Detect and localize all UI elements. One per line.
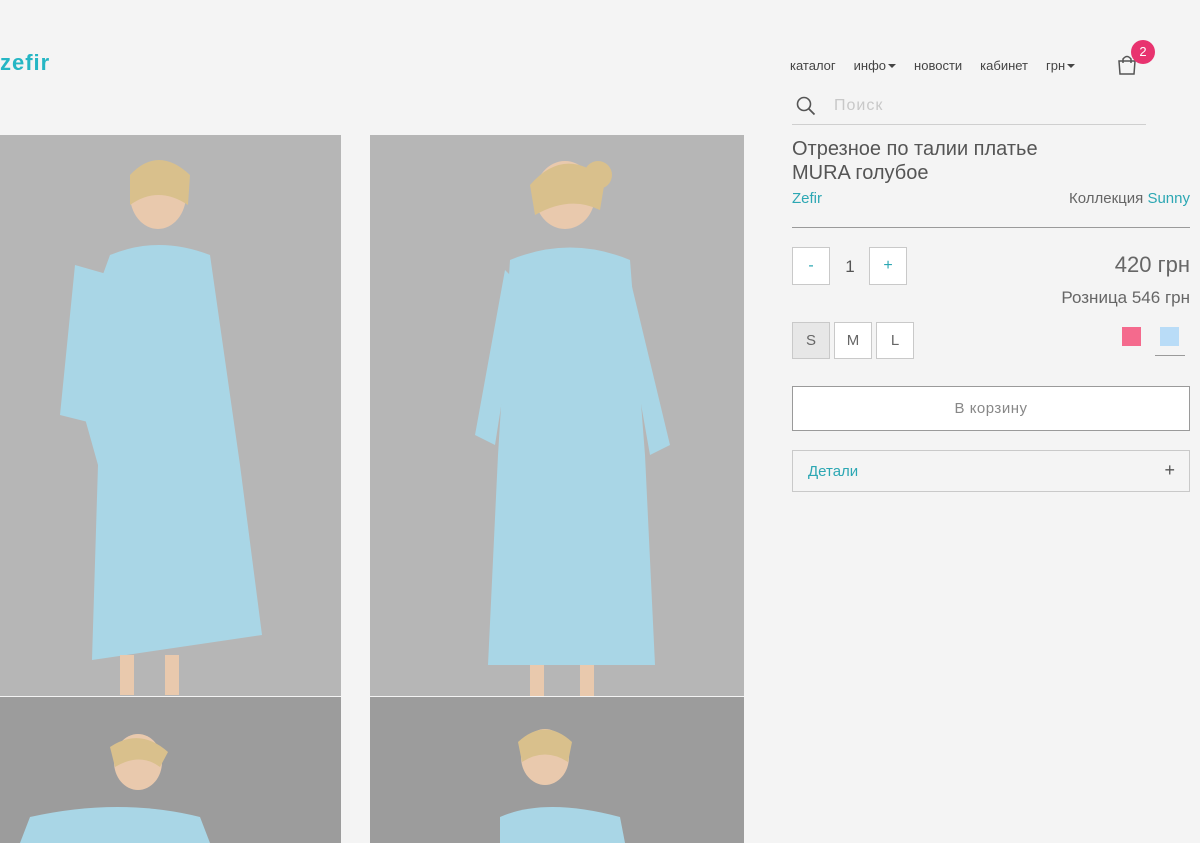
add-to-cart-button[interactable]: В корзину [792,386,1190,431]
nav-account[interactable]: кабинет [980,58,1028,73]
product-photo-portrait[interactable] [370,697,744,843]
quantity-decrease-button[interactable]: - [792,247,830,285]
size-option-s[interactable]: S [792,322,830,359]
product-price: 420 грн [1114,252,1190,277]
dress-back-illustration [370,135,744,696]
details-label: Детали [808,463,859,480]
collection-link[interactable]: Sunny [1147,190,1190,207]
plus-icon[interactable]: + [1164,460,1175,481]
search-icon[interactable] [796,96,816,116]
caret-down-icon [1067,63,1076,68]
product-photo-back[interactable] [370,135,744,696]
dress-portrait-illustration [370,697,744,843]
logo[interactable]: zefir [0,50,50,76]
retail-price: Розница 546 грн [1061,288,1190,307]
product-brand-link[interactable]: Zefir [792,190,822,207]
size-option-m[interactable]: M [834,322,872,359]
nav-info[interactable]: инфо [854,58,897,73]
divider [792,227,1190,228]
nav-catalog[interactable]: каталог [790,58,836,73]
cart-count-badge[interactable]: 2 [1131,40,1155,64]
dress-front-illustration [0,135,341,696]
color-swatch-pink[interactable] [1122,327,1141,346]
nav-currency[interactable]: грн [1046,58,1076,73]
collection-label: Коллекция [1069,190,1144,207]
search-bar [792,88,1146,125]
color-swatch-light-blue[interactable] [1160,327,1179,346]
product-photo-side[interactable] [0,697,341,843]
dress-side-illustration [0,697,341,843]
product-title: Отрезное по талии платье MURA голубое [792,138,1038,184]
quantity-increase-button[interactable]: + [869,247,907,285]
nav-news[interactable]: новости [914,58,962,73]
selected-color-indicator [1155,355,1185,356]
search-input[interactable] [834,97,1114,115]
caret-down-icon [888,63,897,68]
product-collection: Коллекция Sunny [1069,190,1190,207]
quantity-value[interactable]: 1 [838,257,862,277]
details-accordion[interactable]: Детали + [792,450,1190,492]
top-nav: каталог инфо новости кабинет грн [790,58,1093,73]
product-photo-front[interactable] [0,135,341,696]
size-option-l[interactable]: L [876,322,914,359]
